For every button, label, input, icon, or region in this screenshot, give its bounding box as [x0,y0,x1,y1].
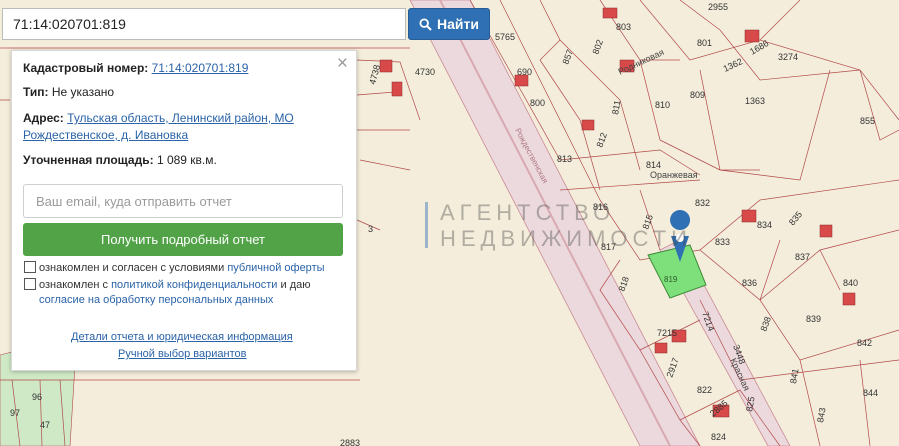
search-input[interactable] [3,9,405,39]
email-input[interactable] [24,185,342,217]
parcel-label: 842 [857,338,872,348]
parcel-info-panel: × Кадастровый номер: 71:14:020701:819 Ти… [11,50,357,371]
street-label-orange: Оранжевая [650,170,698,180]
find-button[interactable]: Найти [408,8,490,40]
parcel-label: 824 [711,432,726,442]
email-field[interactable] [23,184,343,218]
privacy-checkbox[interactable] [24,278,36,290]
consent-privacy-text-b: и даю [280,279,311,291]
offer-checkbox[interactable] [24,261,36,273]
parcel-label: 1363 [745,96,765,106]
find-button-label: Найти [437,16,479,32]
search-icon [419,17,432,31]
parcel-label: 855 [860,116,875,126]
parcel-label: 814 [646,160,661,170]
parcel-label: 47 [40,420,50,430]
parcel-label: 96 [32,392,42,402]
parcel-label: 5765 [495,32,515,42]
parcel-label: 690 [517,67,532,77]
parcel-label: 816 [593,202,608,212]
parcel-label: 832 [695,198,710,208]
cadastral-row: Кадастровый номер: 71:14:020701:819 [23,60,248,77]
parcel-label: 801 [697,38,712,48]
parcel-label: 810 [655,100,670,110]
data-processing-link[interactable]: согласие на обработку персональных данны… [39,294,273,306]
parcel-label: 844 [863,388,878,398]
parcel-label: 839 [806,314,821,324]
parcel-label: 3 [368,224,373,234]
parcel-label: 809 [690,90,705,100]
parcel-label: 2883 [340,438,360,446]
report-details-link[interactable]: Детали отчета и юридическая информация [71,331,293,343]
parcel-label: 822 [697,385,712,395]
parcel-label: 836 [742,278,757,288]
consent-offer-text: ознакомлен и согласен с условиями [39,262,225,274]
parcel-label: 2955 [708,2,728,12]
cadastral-search-field[interactable] [2,8,406,40]
area-label: Уточненная площадь: [23,153,154,167]
parcel-label: 837 [795,252,810,262]
parcel-label: 813 [557,154,572,164]
address-link-line1[interactable]: Тульская область, Ленинский район, МО [67,111,294,125]
consent-privacy: ознакомлен с политикой конфиденциальност… [24,278,311,308]
public-offer-link[interactable]: публичной оферты [227,262,324,274]
address-row: Адрес: Тульская область, Ленинский район… [23,110,294,144]
selected-parcel-label: 819 [664,275,678,284]
address-label: Адрес: [23,111,64,125]
cadastral-number-link[interactable]: 71:14:020701:819 [152,61,249,75]
consent-offer: ознакомлен и согласен с условиями публич… [24,261,325,276]
parcel-label: 97 [10,408,20,418]
parcel-label: 803 [616,22,631,32]
type-label: Тип: [23,85,49,99]
privacy-policy-link[interactable]: политикой конфиденциальности [111,279,277,291]
cadastral-label: Кадастровый номер: [23,61,149,75]
parcel-label: 833 [715,237,730,247]
parcel-label: 800 [530,98,545,108]
parcel-label: 7215 [657,328,677,338]
parcel-label: 817 [601,242,616,252]
type-row: Тип: Не указано [23,84,114,101]
type-value: Не указано [51,85,115,99]
close-icon[interactable]: × [337,54,348,74]
parcel-label: 4730 [415,67,435,77]
parcel-label: 3274 [778,52,798,62]
consent-privacy-text-a: ознакомлен с [39,279,109,291]
area-value: 1 089 кв.м. [156,153,217,167]
parcel-label: 840 [843,278,858,288]
area-row: Уточненная площадь: 1 089 кв.м. [23,152,217,169]
get-report-button[interactable]: Получить подробный отчет [23,223,343,256]
get-report-label: Получить подробный отчет [100,232,266,247]
manual-selection-link[interactable]: Ручной выбор вариантов [118,348,246,360]
parcel-label: 834 [757,220,772,230]
address-link-line2[interactable]: Рождественское, д. Ивановка [23,128,188,142]
